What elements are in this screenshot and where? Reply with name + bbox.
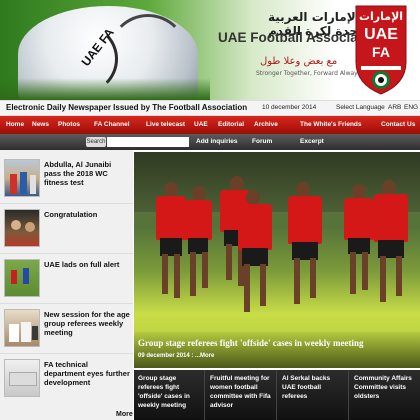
current-date: 10 december 2014 bbox=[262, 104, 317, 111]
grass-decoration bbox=[0, 78, 210, 100]
nav-live-telecast[interactable]: Live telecast bbox=[146, 121, 185, 128]
featured-tab[interactable]: Community Affairs Committee visits oldst… bbox=[350, 370, 420, 420]
featured-tab[interactable]: Group stage referees fight 'offside' cas… bbox=[134, 370, 205, 420]
news-item[interactable]: FA technical department eyes further dev… bbox=[0, 354, 133, 404]
news-title[interactable]: UAE lads on full alert bbox=[44, 260, 130, 269]
news-thumbnail[interactable] bbox=[4, 159, 40, 197]
news-thumbnail[interactable] bbox=[4, 309, 40, 347]
main-navigation: Home News Photos FA Channel Live telecas… bbox=[0, 116, 420, 134]
news-thumbnail[interactable] bbox=[4, 209, 40, 247]
featured-date-more[interactable]: 09 december 2014 : ...More bbox=[138, 353, 214, 359]
search-button[interactable]: Search bbox=[86, 137, 106, 147]
nav-home[interactable]: Home bbox=[6, 121, 24, 128]
language-label: Select Language bbox=[336, 104, 385, 111]
nav-archive[interactable]: Archive bbox=[254, 121, 278, 128]
featured-tab[interactable]: Fruitful meeting for women football comm… bbox=[206, 370, 277, 420]
language-eng-link[interactable]: ENG bbox=[404, 104, 418, 111]
nav-uae[interactable]: UAE bbox=[194, 121, 208, 128]
featured-title[interactable]: Group stage referees fight 'offside' cas… bbox=[138, 338, 363, 348]
more-news-link[interactable]: More bbox=[116, 411, 133, 418]
featured-tab[interactable]: Al Serkal backs UAE football referees bbox=[278, 370, 349, 420]
info-bar: Electronic Daily Newspaper Issued by The… bbox=[0, 100, 420, 116]
crest-text-uae: UAE bbox=[364, 26, 398, 43]
news-title[interactable]: Abdulla, Al Junaibi pass the 2018 WC fit… bbox=[44, 160, 130, 187]
slogan-arabic: مع بعض وعلا طول bbox=[260, 56, 338, 67]
news-item[interactable]: Abdulla, Al Junaibi pass the 2018 WC fit… bbox=[0, 154, 133, 204]
header-banner: UAE FA اتحاد الإمارات العربية المتحدة لك… bbox=[0, 0, 420, 100]
excerpt-link[interactable]: Excerpt bbox=[300, 138, 324, 145]
crest-text-fa: FA bbox=[372, 44, 390, 60]
news-title[interactable]: Congratulation bbox=[44, 210, 130, 219]
nav-fa-channel[interactable]: FA Channel bbox=[94, 121, 130, 128]
news-title[interactable]: FA technical department eyes further dev… bbox=[44, 360, 130, 387]
featured-tabs: Group stage referees fight 'offside' cas… bbox=[134, 370, 420, 420]
search-bar: Search Add inquiries Forum Excerpt bbox=[0, 134, 420, 150]
news-item[interactable]: Congratulation bbox=[0, 204, 133, 254]
nav-whites-friends[interactable]: The White's Friends bbox=[300, 121, 362, 128]
nav-editorial[interactable]: Editorial bbox=[218, 121, 244, 128]
nav-contact-us[interactable]: Contact Us bbox=[381, 121, 415, 128]
language-arb-link[interactable]: ARB bbox=[388, 104, 401, 111]
nav-news[interactable]: News bbox=[32, 121, 49, 128]
news-item[interactable]: New session for the age group referees w… bbox=[0, 304, 133, 354]
news-title[interactable]: New session for the age group referees w… bbox=[44, 310, 130, 337]
site-tagline: Electronic Daily Newspaper Issued by The… bbox=[6, 103, 248, 112]
forum-link[interactable]: Forum bbox=[252, 138, 272, 145]
uae-fa-crest-logo[interactable]: الإمارات UAE FA bbox=[352, 4, 410, 96]
news-item[interactable]: UAE lads on full alert bbox=[0, 254, 133, 304]
news-sidebar: Abdulla, Al Junaibi pass the 2018 WC fit… bbox=[0, 150, 133, 420]
news-thumbnail[interactable] bbox=[4, 359, 40, 397]
featured-story[interactable]: Group stage referees fight 'offside' cas… bbox=[134, 152, 420, 368]
search-input[interactable] bbox=[107, 137, 189, 147]
slogan-subtitle: Stronger Together, Forward Always bbox=[256, 70, 361, 77]
add-inquiries-link[interactable]: Add inquiries bbox=[196, 138, 238, 145]
news-thumbnail[interactable] bbox=[4, 259, 40, 297]
nav-photos[interactable]: Photos bbox=[58, 121, 80, 128]
crest-text-arabic: الإمارات bbox=[358, 10, 404, 23]
